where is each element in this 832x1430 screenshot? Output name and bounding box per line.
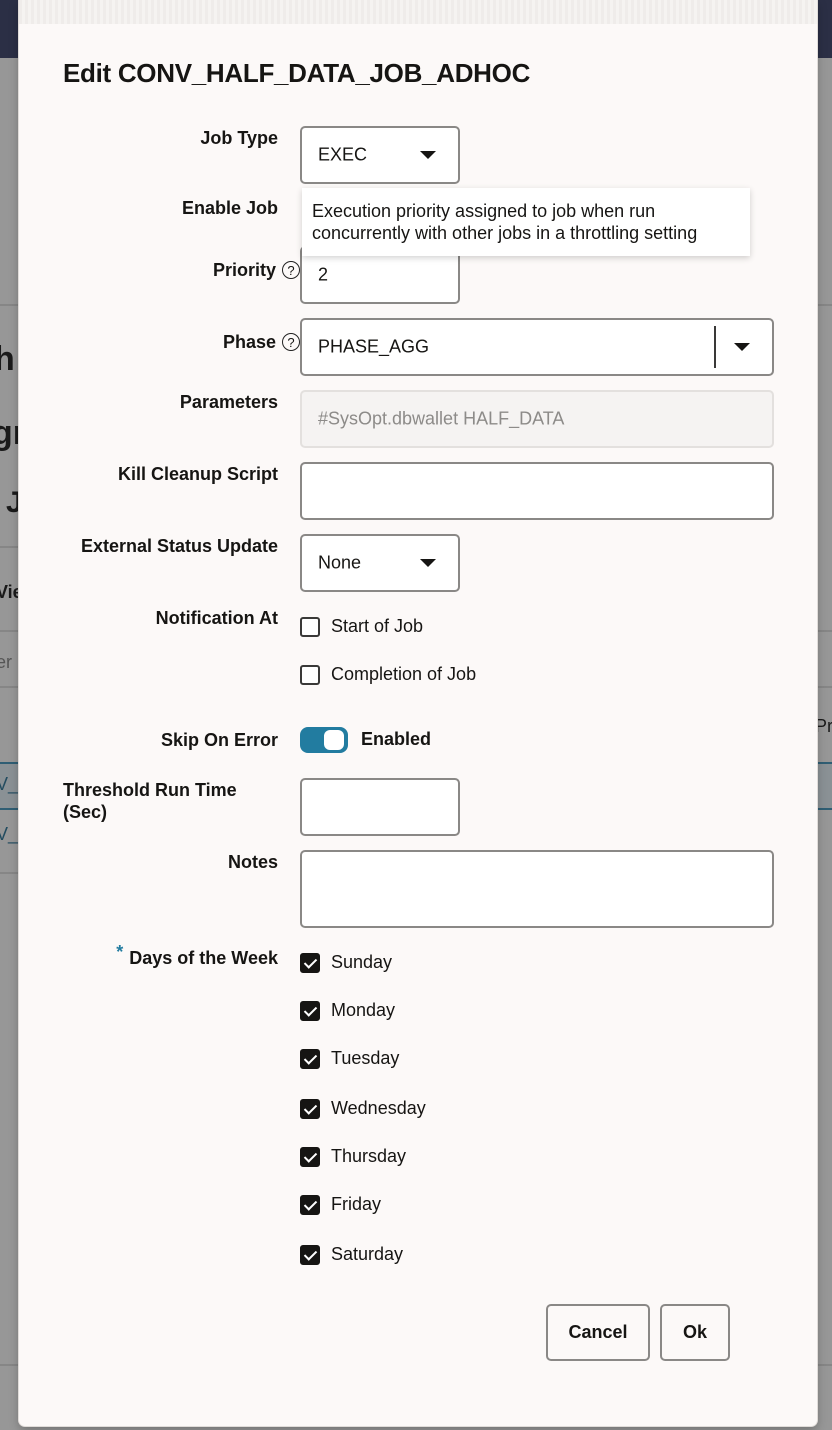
job-type-value: EXEC	[318, 144, 368, 165]
external-status-update-label: External Status Update	[80, 536, 278, 556]
chevron-down-icon[interactable]	[734, 343, 750, 351]
kill-cleanup-script-input[interactable]	[300, 462, 774, 520]
cancel-button[interactable]: Cancel	[546, 1304, 650, 1361]
checkbox-unchecked-icon[interactable]	[300, 664, 320, 685]
chevron-down-icon	[420, 151, 436, 159]
job-type-label: Job Type	[200, 128, 278, 148]
checkbox-unchecked-icon[interactable]	[300, 616, 320, 637]
priority-value: 2	[318, 264, 329, 285]
checkbox-sunday[interactable]: Sunday	[300, 952, 392, 973]
label-line: Threshold Run Time	[63, 780, 237, 800]
skip-on-error-label: Skip On Error	[160, 730, 278, 750]
tooltip-line: Execution priority assigned to job when …	[312, 201, 656, 221]
background-row-border	[0, 762, 20, 764]
parameters-value: #SysOpt.dbwallet HALF_DATA	[318, 408, 565, 429]
days-of-week-label: * Days of the Week	[63, 941, 278, 969]
checkbox-label: Thursday	[331, 1146, 407, 1166]
tooltip-line: concurrently with other jobs in a thrott…	[312, 223, 698, 243]
checkbox-thursday[interactable]: Thursday	[300, 1146, 406, 1167]
enable-job-label: Enable Job	[181, 198, 278, 218]
help-icon[interactable]: ?	[282, 333, 300, 351]
ok-button[interactable]: Ok	[660, 1304, 730, 1361]
required-indicator: *	[116, 942, 124, 962]
checkbox-label: Sunday	[331, 952, 393, 972]
job-type-select[interactable]: EXEC	[300, 126, 460, 184]
checkbox-start-of-job[interactable]: Start of Job	[300, 616, 423, 637]
priority-label-text: Priority	[212, 260, 276, 280]
background-divider	[0, 630, 20, 632]
background-selected-row	[815, 762, 832, 808]
checkbox-label: Start of Job	[331, 616, 424, 636]
dialog-title: Edit CONV_HALF_DATA_JOB_ADHOC	[63, 58, 531, 88]
background-divider	[815, 630, 832, 632]
checkbox-label: Friday	[331, 1194, 382, 1214]
checkbox-checked-icon[interactable]	[300, 1000, 320, 1021]
background-row-link: V_	[0, 824, 19, 844]
background-divider	[0, 304, 20, 306]
days-of-week-label-text: Days of the Week	[129, 948, 278, 968]
background-row-border	[815, 762, 832, 764]
threshold-run-time-label: Threshold Run Time (Sec)	[63, 779, 278, 823]
checkbox-tuesday[interactable]: Tuesday	[300, 1048, 399, 1069]
checkbox-wednesday[interactable]: Wednesday	[300, 1098, 426, 1119]
dialog-header-strip	[19, 0, 817, 24]
checkbox-saturday[interactable]: Saturday	[300, 1244, 403, 1265]
checkbox-label: Saturday	[331, 1244, 404, 1264]
checkbox-label: Tuesday	[331, 1048, 400, 1068]
checkbox-label: Monday	[331, 1000, 396, 1020]
checkbox-friday[interactable]: Friday	[300, 1194, 381, 1215]
checkbox-label: Completion of Job	[331, 664, 477, 684]
background-divider	[815, 1364, 832, 1366]
background-divider	[0, 686, 20, 688]
phase-label-text: Phase	[222, 332, 276, 352]
checkbox-label: Wednesday	[331, 1098, 426, 1118]
edit-job-dialog: Edit CONV_HALF_DATA_JOB_ADHOC Job Type E…	[19, 0, 817, 1426]
background-column-header-fragment: Pr	[815, 716, 832, 736]
background-row-border	[0, 808, 20, 810]
background-divider	[815, 304, 832, 306]
chevron-down-icon	[420, 559, 436, 567]
checkbox-completion-of-job[interactable]: Completion of Job	[300, 664, 476, 685]
checkbox-checked-icon[interactable]	[300, 1048, 320, 1069]
background-heading-fragment: h	[0, 340, 15, 378]
phase-label: Phase?	[63, 331, 300, 353]
checkbox-checked-icon[interactable]	[300, 1098, 320, 1119]
phase-combobox[interactable]: PHASE_AGG	[300, 318, 774, 376]
threshold-run-time-input[interactable]	[300, 778, 460, 836]
help-icon[interactable]: ?	[282, 261, 300, 279]
notes-textarea[interactable]	[300, 850, 774, 928]
notification-at-label: Notification At	[155, 608, 278, 628]
priority-help-tooltip: Execution priority assigned to job when …	[302, 188, 750, 256]
parameters-label: Parameters	[179, 392, 278, 412]
checkbox-checked-icon[interactable]	[300, 1194, 320, 1215]
checkbox-checked-icon[interactable]	[300, 1244, 320, 1265]
background-divider	[0, 872, 20, 874]
phase-value: PHASE_AGG	[318, 336, 430, 357]
background-divider	[0, 546, 20, 548]
skip-on-error-toggle[interactable]	[300, 727, 348, 753]
background-divider	[0, 1364, 20, 1366]
background-divider	[815, 686, 832, 688]
parameters-field: #SysOpt.dbwallet HALF_DATA	[300, 390, 774, 448]
background-row-border	[815, 808, 832, 810]
skip-on-error-state: Enabled	[361, 729, 432, 749]
background-row-link: V_	[0, 774, 19, 794]
external-status-update-value: None	[318, 552, 362, 573]
kill-cleanup-script-label: Kill Cleanup Script	[117, 464, 278, 484]
priority-label: Priority?	[63, 259, 300, 281]
combobox-separator	[714, 326, 716, 368]
external-status-update-select[interactable]: None	[300, 534, 460, 592]
checkbox-checked-icon[interactable]	[300, 952, 320, 973]
label-line: (Sec)	[63, 802, 108, 822]
toggle-knob	[324, 730, 344, 750]
checkbox-checked-icon[interactable]	[300, 1146, 320, 1167]
checkbox-monday[interactable]: Monday	[300, 1000, 395, 1021]
background-filter-fragment: er	[0, 652, 13, 672]
notes-label: Notes	[227, 852, 278, 872]
